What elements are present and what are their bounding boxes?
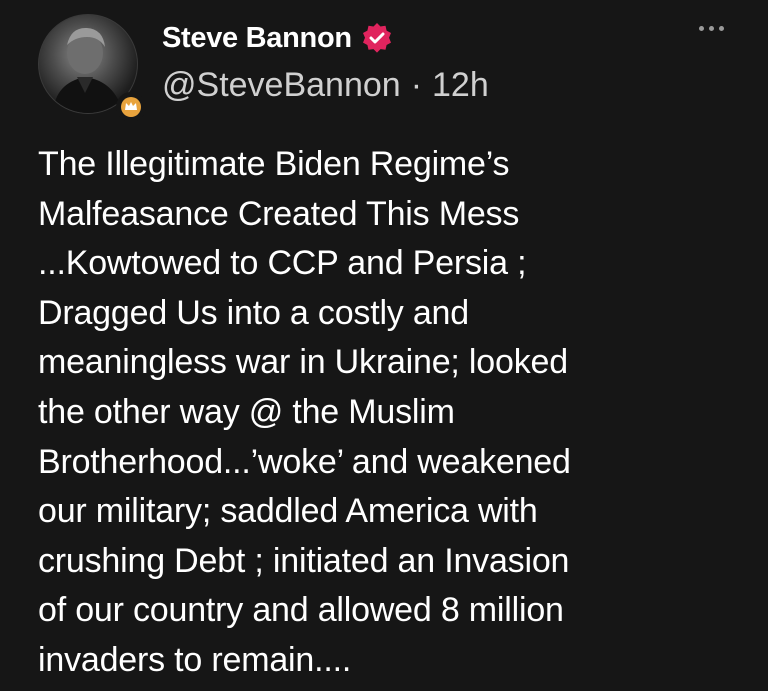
tweet-header: Steve Bannon @SteveBannon · 12h	[162, 18, 489, 105]
display-name[interactable]: Steve Bannon	[162, 22, 352, 55]
more-dot	[719, 26, 724, 31]
tweet-text-line: of our country and allowed 8 million	[38, 591, 564, 630]
tweet-card: Steve Bannon @SteveBannon · 12h The Ille…	[0, 0, 768, 691]
tweet-text-line: Malfeasance Created This Mess	[38, 194, 520, 233]
handle-row: @SteveBannon · 12h	[162, 66, 489, 105]
crown-badge-icon	[116, 92, 146, 122]
name-row: Steve Bannon	[162, 18, 489, 58]
more-dot	[709, 26, 714, 31]
verified-check-icon	[360, 21, 394, 55]
tweet-text-line: our military; saddled America with	[38, 492, 538, 531]
tweet-text-line: ...Kowtowed to CCP and Persia ;	[38, 244, 527, 283]
more-options-icon[interactable]	[699, 26, 724, 31]
tweet-text-line: the other way @ the Muslim	[38, 392, 455, 431]
user-handle[interactable]: @SteveBannon	[162, 66, 401, 105]
tweet-text-line: The Illegitimate Biden Regime’s	[38, 145, 510, 183]
separator-dot: ·	[410, 66, 423, 104]
tweet-text-line: crushing Debt ; initiated an Invasion	[38, 541, 570, 580]
tweet-text-line: Dragged Us into a costly and	[38, 293, 469, 332]
more-dot	[699, 26, 704, 31]
tweet-text-line: Brotherhood...’woke’ and weakened	[38, 442, 571, 481]
timestamp[interactable]: 12h	[432, 66, 489, 105]
tweet-text: The Illegitimate Biden Regime’s Malfeasa…	[38, 140, 750, 686]
tweet-text-line: meaningless war in Ukraine; looked	[38, 343, 568, 382]
avatar-container[interactable]	[38, 14, 146, 122]
tweet-text-line: invaders to remain....	[38, 640, 352, 679]
